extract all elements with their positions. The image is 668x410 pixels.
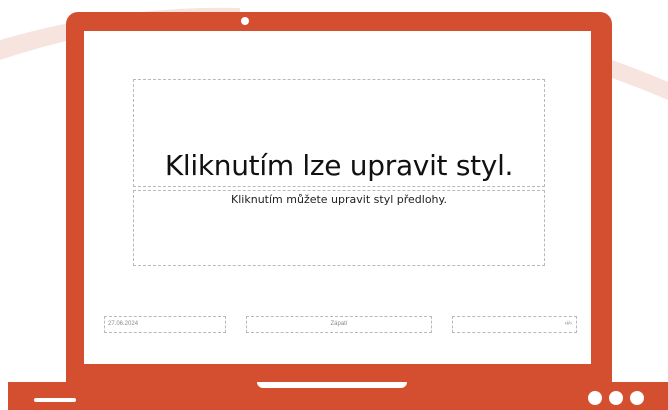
laptop-hinge-notch: [257, 382, 407, 388]
page: Kliknutím lze upravit styl. Kliknutím mů…: [0, 0, 668, 410]
dot-icon: [609, 391, 623, 405]
slide-number-placeholder[interactable]: ‹#›: [452, 316, 577, 333]
footer-placeholder[interactable]: Zápatí: [246, 316, 432, 333]
slide-title: Kliknutím lze upravit styl.: [164, 149, 514, 182]
date-placeholder[interactable]: 27.06.2024: [104, 316, 226, 333]
slide-screen: Kliknutím lze upravit styl. Kliknutím mů…: [84, 31, 591, 364]
dot-icon: [630, 391, 644, 405]
dot-icon: [588, 391, 602, 405]
webcam-icon: [241, 17, 249, 25]
slide-subtitle: Kliknutím můžete upravit styl předlohy.: [231, 193, 447, 206]
base-line-decoration: [34, 398, 76, 402]
title-placeholder[interactable]: Kliknutím lze upravit styl.: [133, 79, 545, 187]
subtitle-placeholder[interactable]: Kliknutím můžete upravit styl předlohy.: [133, 190, 545, 266]
